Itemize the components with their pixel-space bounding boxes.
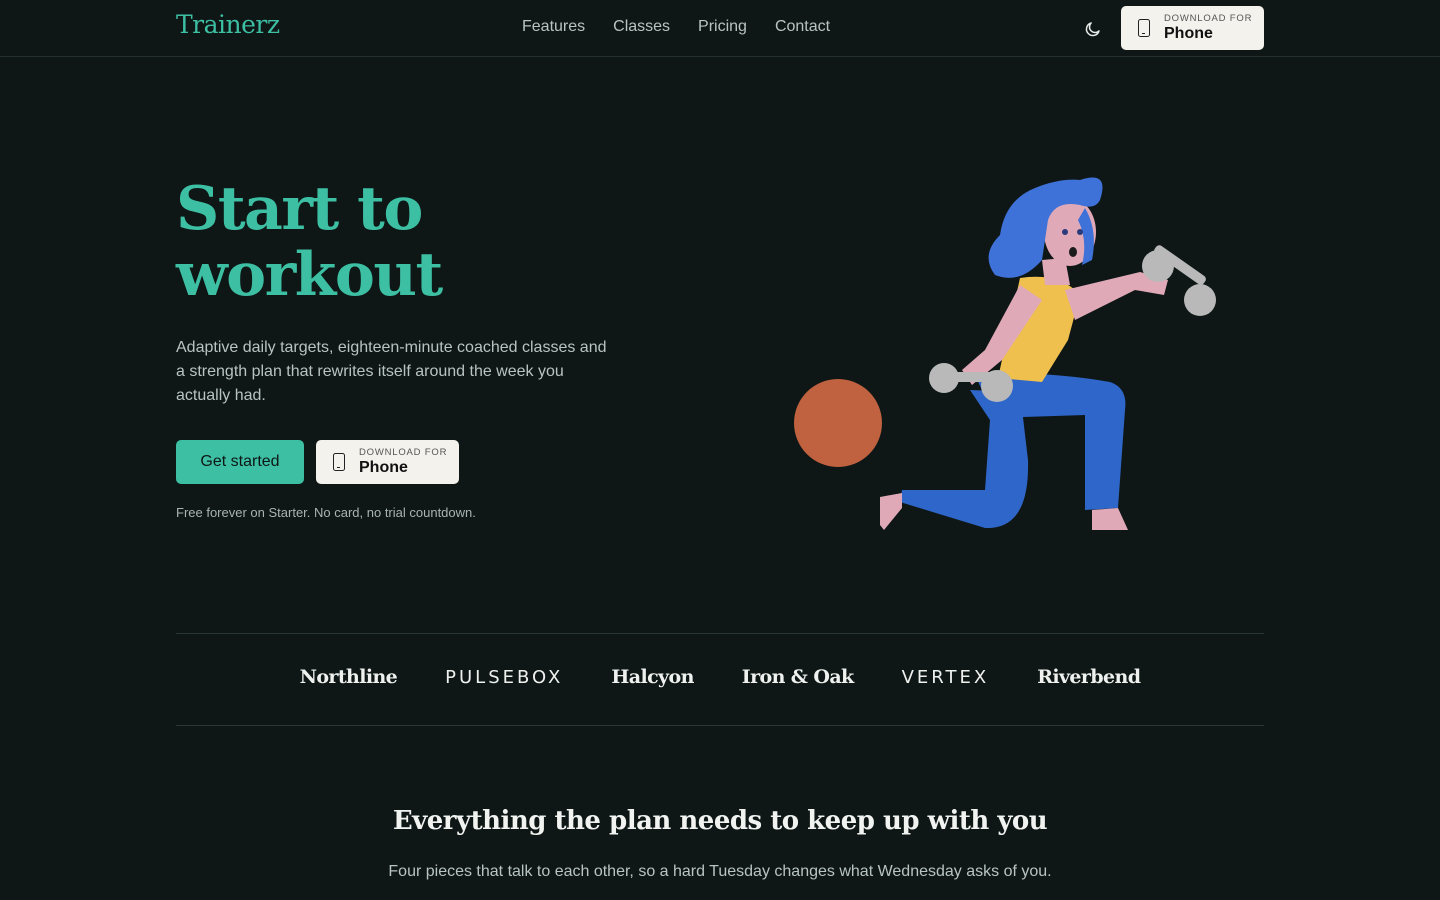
nav-features[interactable]: Features [522, 18, 585, 36]
hero-footnote: Free forever on Starter. No card, no tri… [176, 505, 476, 520]
brand-halcyon: Halcyon [611, 666, 694, 688]
download-label-big: Phone [1164, 25, 1213, 43]
download-phone-button-hero[interactable]: DOWNLOAD FOR Phone [316, 440, 459, 484]
features-section-title: Everything the plan needs to keep up wit… [392, 806, 1048, 836]
phone-icon [1138, 19, 1150, 37]
hero-description: Adaptive daily targets, eighteen-minute … [176, 339, 607, 404]
brand-vertex: VERTEX [901, 666, 990, 688]
hero-title-line1: Start to [176, 174, 423, 244]
brand-iron-oak: Iron & Oak [741, 666, 854, 688]
features-section-subtitle: Four pieces that talk to each other, so … [388, 863, 1052, 880]
hero-title-line2: workout [176, 240, 443, 310]
get-started-button[interactable]: Get started [176, 440, 304, 484]
dumbbell-right [1142, 245, 1216, 316]
hero-title: Start to workout [176, 176, 576, 308]
download-label-big: Phone [359, 459, 408, 477]
moon-icon [1085, 22, 1100, 37]
main-nav: Features Classes Pricing Contact [522, 18, 830, 36]
workout-illustration [794, 177, 1216, 530]
exercise-ball [794, 379, 882, 467]
partner-logo-strip: Northline PULSEBOX Halcyon Iron & Oak VE… [176, 633, 1264, 726]
front-foot [1092, 508, 1128, 530]
nav-classes[interactable]: Classes [613, 18, 670, 36]
download-phone-button-header[interactable]: DOWNLOAD FOR Phone [1121, 6, 1264, 50]
brand-riverbend: Riverbend [1037, 666, 1141, 688]
back-foot [880, 493, 902, 530]
nav-contact[interactable]: Contact [775, 18, 830, 36]
brand-logo[interactable]: Trainerz [176, 10, 280, 39]
nav-pricing[interactable]: Pricing [698, 18, 747, 36]
download-label-small: DOWNLOAD FOR [359, 446, 448, 458]
phone-icon [333, 453, 345, 471]
download-label-small: DOWNLOAD FOR [1164, 12, 1253, 24]
top-bar: Trainerz Features Classes Pricing Contac… [0, 0, 1440, 57]
theme-toggle-button[interactable] [1080, 16, 1106, 42]
brand-pulsebox: PULSEBOX [445, 666, 564, 688]
brand-northline: Northline [299, 666, 398, 688]
